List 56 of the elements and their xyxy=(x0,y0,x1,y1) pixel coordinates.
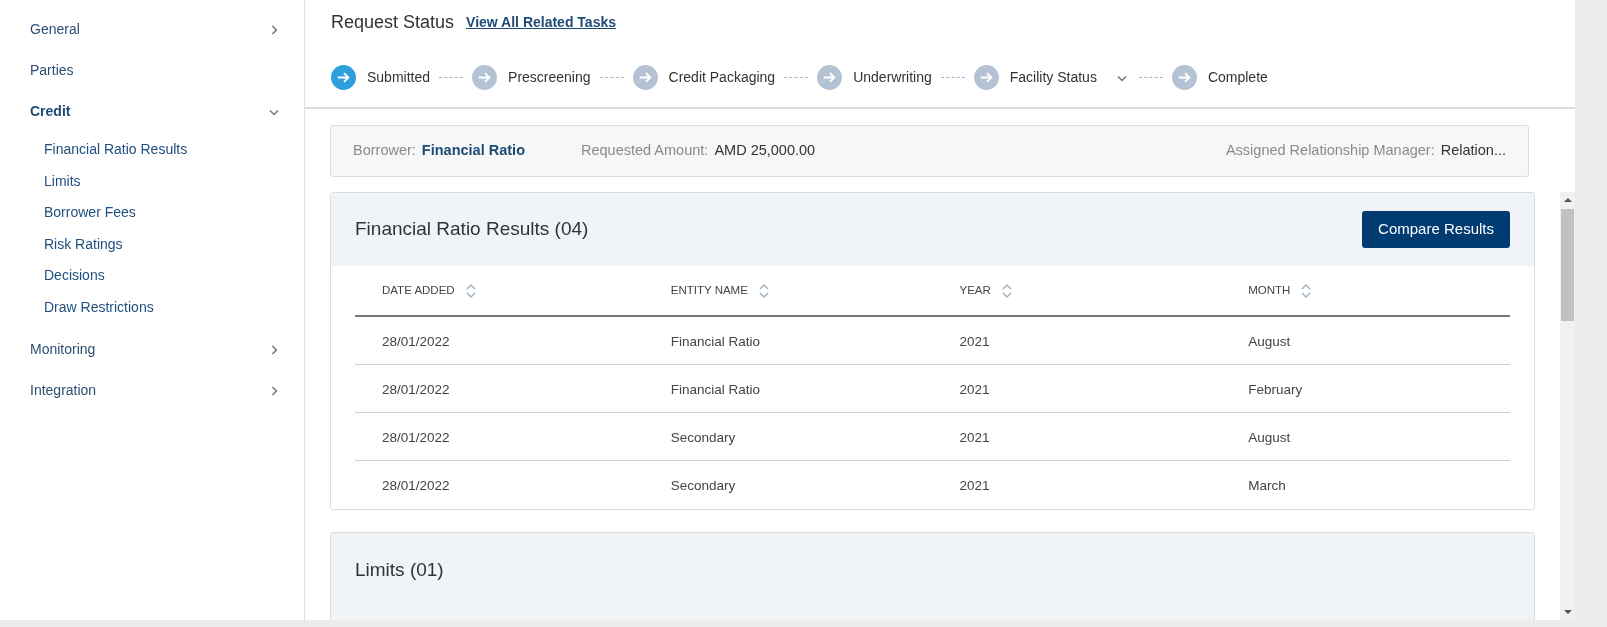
table-cell: 28/01/2022 xyxy=(382,381,450,397)
sidebar-item[interactable]: Credit xyxy=(30,101,71,122)
manager-label: Assigned Relationship Manager: xyxy=(1225,141,1435,161)
table-cell: March xyxy=(1248,478,1286,493)
table-cell: August xyxy=(1248,429,1291,445)
table-cell: Financial Ratio xyxy=(670,381,761,397)
table-cell: 2021 xyxy=(959,333,990,349)
sidebar-item[interactable]: Monitoring xyxy=(30,339,96,360)
sidebar-subitem[interactable]: Draw Restrictions xyxy=(44,296,154,318)
step-label[interactable]: Submitted xyxy=(367,67,431,88)
sidebar-subitem[interactable]: Decisions xyxy=(44,265,105,287)
step-label[interactable]: Prescreening xyxy=(508,67,591,88)
table-cell: 2021 xyxy=(959,429,990,445)
table-cell: Secondary xyxy=(670,429,736,445)
column-header[interactable]: ENTITY NAME xyxy=(670,281,748,300)
step-label[interactable]: Credit Packaging xyxy=(668,67,776,88)
sort-icon[interactable] xyxy=(1300,282,1313,299)
manager-value: Relation... xyxy=(1440,141,1506,161)
amount-label: Requested Amount: xyxy=(581,141,709,161)
step-label[interactable]: Underwriting xyxy=(853,67,932,88)
borrower-label: Borrower: xyxy=(353,141,416,161)
table-cell: August xyxy=(1248,333,1291,349)
sidebar-subitem[interactable]: Borrower Fees xyxy=(44,202,136,224)
table-cell: Financial Ratio xyxy=(670,333,761,349)
view-tasks-link[interactable]: View All Related Tasks xyxy=(466,12,616,33)
sort-icon[interactable] xyxy=(1000,282,1013,299)
scroll-up-icon[interactable] xyxy=(1563,196,1572,204)
sidebar-item[interactable]: General xyxy=(30,19,80,40)
step-label[interactable]: Facility Status xyxy=(1009,67,1097,88)
table-cell: 28/01/2022 xyxy=(382,478,450,493)
step-label[interactable]: Complete xyxy=(1207,67,1268,88)
table-cell: February xyxy=(1248,381,1303,397)
sidebar-subitem[interactable]: Limits xyxy=(44,170,81,192)
column-header[interactable]: MONTH xyxy=(1248,281,1291,300)
table-cell: 2021 xyxy=(959,478,990,493)
scrollbar[interactable] xyxy=(1560,192,1575,620)
sort-icon[interactable] xyxy=(464,282,477,299)
page-title: Request Status xyxy=(331,11,455,34)
sidebar-subitem[interactable]: Financial Ratio Results xyxy=(44,139,188,161)
table-cell: 28/01/2022 xyxy=(382,333,450,349)
table-cell: Secondary xyxy=(670,478,736,493)
sidebar-subitem[interactable]: Risk Ratings xyxy=(44,233,123,255)
card-title: Financial Ratio Results (04) xyxy=(355,217,589,242)
compare-results-button[interactable]: Compare Results xyxy=(1362,211,1510,248)
card-title: Limits (01) xyxy=(355,557,444,582)
table-cell: 28/01/2022 xyxy=(382,429,450,445)
sidebar-item[interactable]: Integration xyxy=(30,380,97,401)
sort-icon[interactable] xyxy=(757,282,770,299)
scrollbar-thumb[interactable] xyxy=(1561,209,1574,321)
column-header[interactable]: YEAR xyxy=(959,281,991,300)
table-cell: 2021 xyxy=(959,381,990,397)
column-header[interactable]: DATE ADDED xyxy=(382,281,455,300)
borrower-value: Financial Ratio xyxy=(421,141,525,161)
amount-value: AMD 25,000.00 xyxy=(714,141,816,161)
scroll-down-icon[interactable] xyxy=(1563,608,1572,616)
sidebar-item[interactable]: Parties xyxy=(30,60,74,81)
